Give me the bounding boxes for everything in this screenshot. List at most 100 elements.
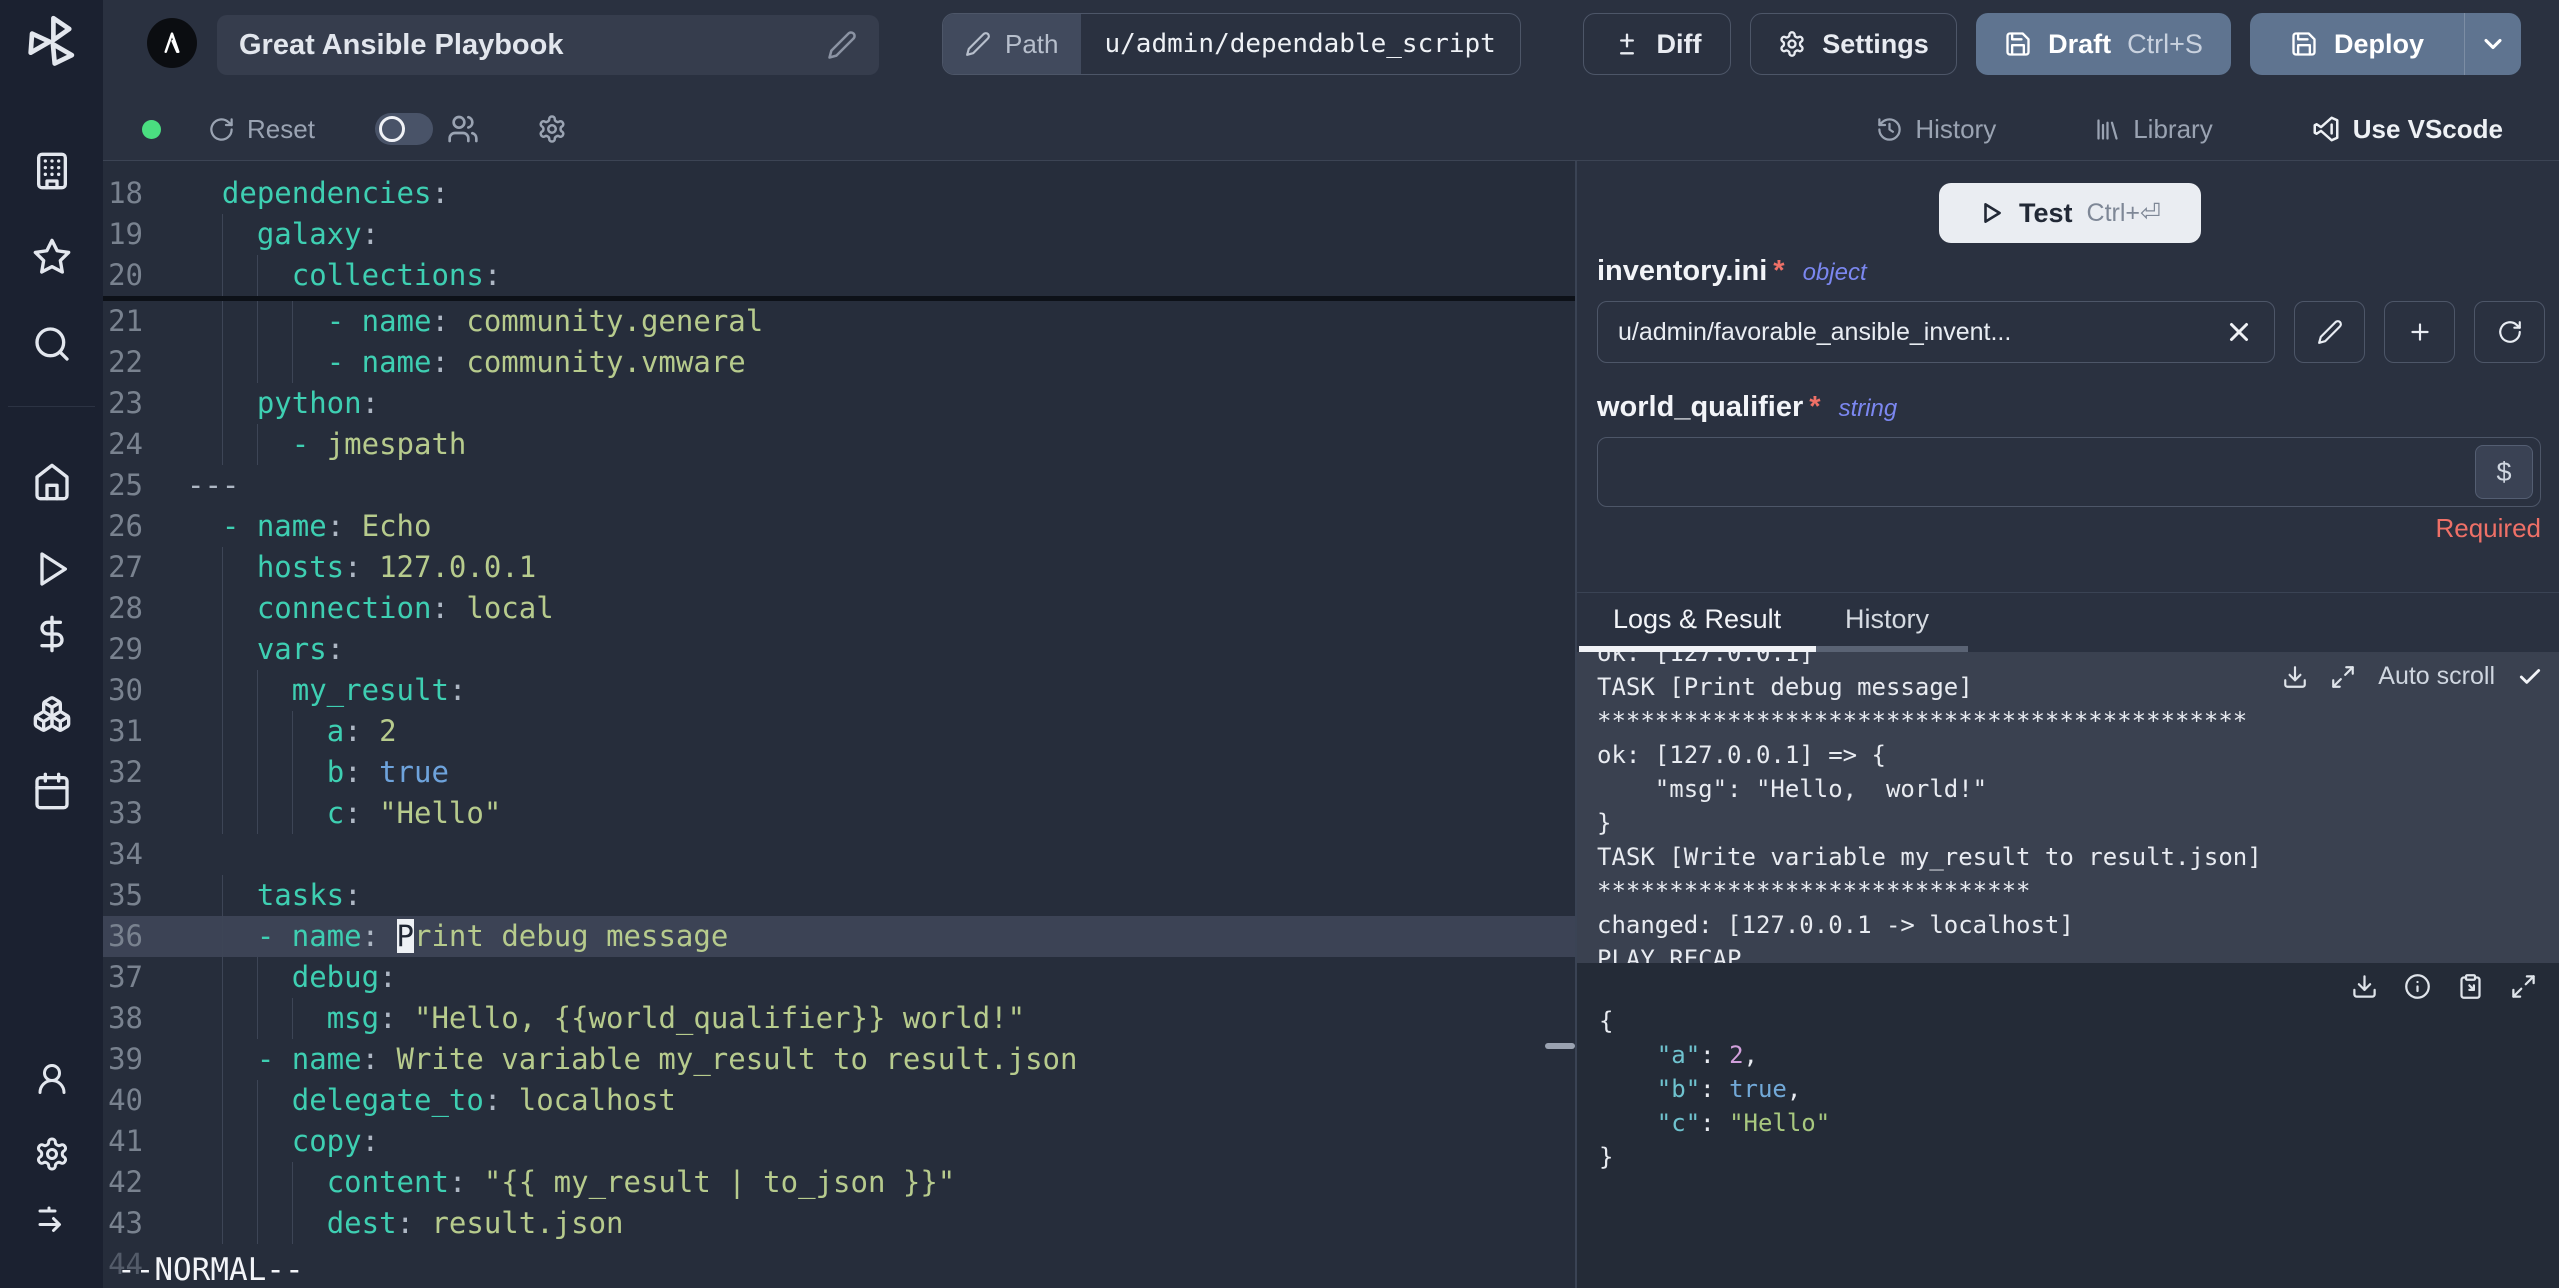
download-logs-icon[interactable] [2282,664,2308,690]
panel-section-divider [1577,592,2559,593]
log-lines: ok: [127.0.0.1] TASK [Print debug message… [1597,652,2559,963]
plus-icon [2407,319,2433,345]
deploy-label: Deploy [2333,28,2425,59]
log-line: PLAY RECAP [1597,945,1742,963]
ansible-logo-avatar [147,18,197,68]
logs-pane[interactable]: ok: [127.0.0.1] TASK [Print debug message… [1577,652,2559,963]
code-line: 44 [108,1247,143,1281]
right-panel: Test Ctrl+⏎ inventory.ini * object u/adm… [1577,161,2559,1288]
code-editor[interactable]: 18 dependencies: 19 galaxy: 20 collections… [103,161,1575,1288]
variables-dollar-icon[interactable] [32,614,72,654]
insert-variable-dollar-button[interactable]: $ [2475,445,2533,499]
world-qualifier-label-row: world_qualifier * string [1597,391,1897,424]
deploy-button[interactable]: Deploy [2250,13,2521,75]
code-line: 27 hosts: 127.0.0.1 [103,547,1575,588]
use-vscode-button[interactable]: Use VScode [2311,114,2503,145]
code-line: 25 --- [108,468,240,502]
code-line: 28 connection: local [103,588,1575,629]
pencil-icon [2317,319,2343,345]
home-icon[interactable] [32,462,72,502]
deploy-main[interactable]: Deploy [2250,29,2464,60]
clear-x-icon[interactable] [2224,317,2254,347]
inventory-resource-value: u/admin/favorable_ansible_invent... [1618,317,2012,346]
runs-play-icon[interactable] [32,549,72,589]
settings-button[interactable]: Settings [1750,13,1957,75]
expand-logs-icon[interactable] [2330,664,2356,690]
path-button[interactable]: Path u/admin/dependable_script [942,13,1521,75]
add-resource-button[interactable] [2384,301,2455,363]
code-line: 40 delegate_to: localhost [103,1080,1575,1121]
panel-resize-handle[interactable] [1545,1043,1575,1049]
path-pencil-icon [965,31,991,57]
sidebar-divider [8,406,95,407]
result-line: "b": true, [1656,1075,1802,1103]
expand-result-icon[interactable] [2510,973,2537,1000]
save-icon [2004,30,2032,58]
result-line: "a": 2, [1656,1041,1758,1069]
workspace-building-icon[interactable] [32,151,72,191]
result-toolbar [1599,973,2537,1000]
resources-boxes-icon[interactable] [32,694,72,734]
settings-gear-icon [1778,30,1806,58]
autoscroll-check-icon[interactable] [2517,664,2543,690]
windmill-logo[interactable] [24,14,80,70]
path-label-segment: Path [943,14,1081,74]
download-result-icon[interactable] [2351,973,2378,1000]
code-line: 39 - name: Write variable my_result to r… [103,1039,1575,1080]
collaborators-users-icon[interactable] [447,113,479,145]
inventory-field-type: object [1802,259,1867,286]
library-button[interactable]: Library [2094,114,2213,145]
code-line: 30 my_result: [103,670,1575,711]
reset-button[interactable]: Reset [208,114,315,145]
save-icon [2290,30,2318,58]
path-value-text: u/admin/dependable_script [1104,29,1496,59]
user-icon[interactable] [34,1061,70,1097]
edit-resource-button[interactable] [2294,301,2365,363]
logs-toolbar: Auto scroll [2282,662,2543,691]
workers-arrow-icon[interactable] [34,1199,70,1235]
toggle-knob [378,116,405,142]
favorites-star-icon[interactable] [32,237,72,277]
settings-gear-icon[interactable] [34,1136,70,1172]
log-line: changed: [127.0.0.1 -> localhost] [1597,911,2074,939]
diff-button[interactable]: Diff [1583,13,1731,75]
diff-icon [1613,30,1641,58]
refresh-resource-button[interactable] [2474,301,2545,363]
log-line: ****************************** [1597,877,2031,905]
history-label: History [1915,113,1997,144]
inventory-resource-input[interactable]: u/admin/favorable_ansible_invent... [1597,301,2275,363]
info-icon[interactable] [2404,973,2431,1000]
schedules-calendar-icon[interactable] [32,771,72,811]
result-pane[interactable]: { "a": 2, "b": true, "c": "Hello"} [1577,963,2559,1288]
edit-title-pencil-icon[interactable] [827,30,857,60]
code-line: 26 - name: Echo [108,509,432,543]
draft-button[interactable]: Draft Ctrl+S [1976,13,2231,75]
log-line: TASK [Write variable my_result to result… [1597,843,2262,871]
code-line: 38 msg: "Hello, {{world_qualifier}} worl… [103,998,1575,1039]
autoscroll-label: Auto scroll [2378,662,2495,690]
tab-logs-result[interactable]: Logs & Result [1613,604,1781,635]
script-title-text: Great Ansible Playbook [239,28,564,61]
log-line: ok: [127.0.0.1] => { [1597,741,1886,769]
code-line: 36 - name: Print debug message [103,916,1575,957]
result-line: { [1599,1007,1614,1035]
search-icon[interactable] [32,324,72,364]
inventory-required-mark: * [1773,255,1785,287]
test-button[interactable]: Test Ctrl+⏎ [1939,183,2201,243]
code-line: 37 debug: [103,957,1575,998]
result-line: "c": "Hello" [1656,1109,1831,1137]
code-line: 34 [108,837,143,871]
code-line: 35 tasks: [103,875,1575,916]
tab-history[interactable]: History [1845,604,1929,635]
diff-mode-toggle[interactable] [374,113,433,145]
world-qualifier-textarea[interactable]: $ [1597,437,2541,507]
reset-refresh-icon [208,116,235,143]
copy-clipboard-icon[interactable] [2457,973,2484,1000]
sidebar [0,0,103,1288]
editor-settings-gear-icon[interactable] [537,114,567,144]
log-line: } [1597,809,1612,837]
deploy-dropdown[interactable] [2465,30,2521,58]
reset-label: Reset [247,113,315,144]
history-button[interactable]: History [1876,114,1996,145]
script-title-input[interactable]: Great Ansible Playbook [217,15,879,75]
